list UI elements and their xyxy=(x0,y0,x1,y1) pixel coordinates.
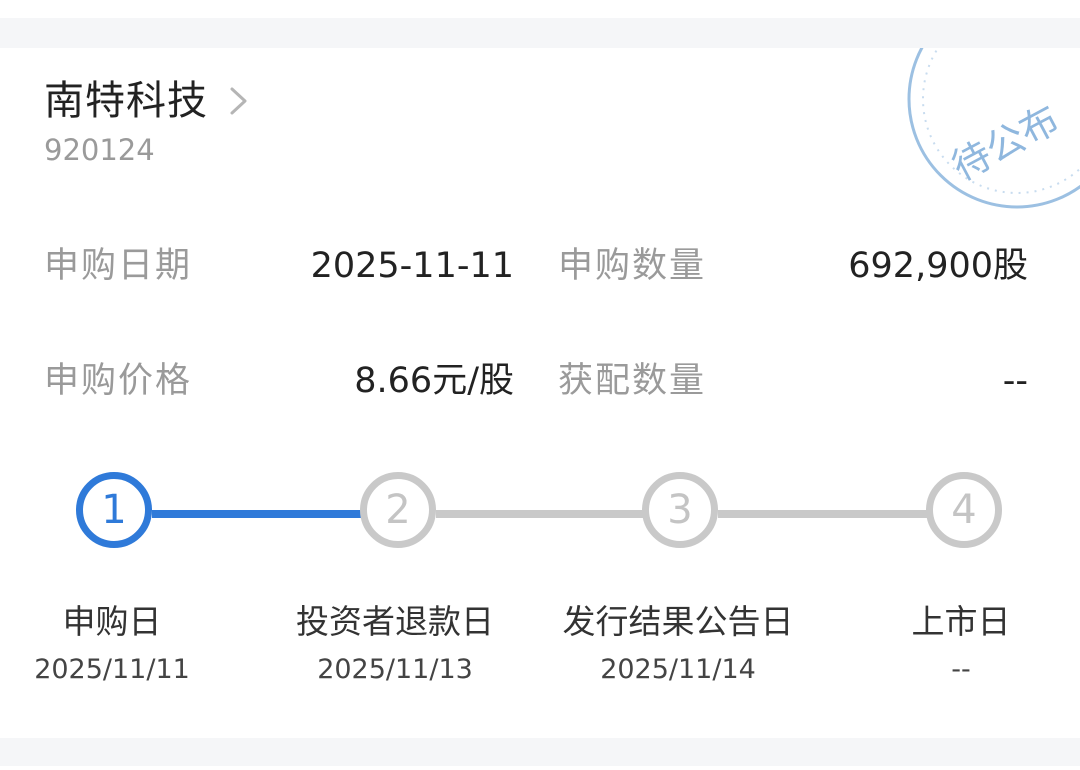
subscribe-quantity-label: 申购数量 xyxy=(558,246,707,286)
step-1-date: 2025/11/11 xyxy=(34,654,190,685)
step-2-label: 投资者退款日 xyxy=(296,602,494,641)
stamp-text: 待公布 xyxy=(945,97,1066,189)
chevron-right-icon xyxy=(230,87,247,115)
stock-header-link[interactable]: 南特科技 xyxy=(44,78,250,124)
step-4-date: -- xyxy=(951,654,971,685)
ipo-card[interactable]: 南特科技 920124 待公布 申购日期 2025-11-11 申购数量 692… xyxy=(0,48,1080,738)
step-4-label: 上市日 xyxy=(911,602,1011,641)
next-card-edge xyxy=(0,766,1080,770)
subscribe-date-value: 2025-11-11 xyxy=(310,246,514,286)
allotted-quantity-label: 获配数量 xyxy=(558,361,707,401)
step-2-date: 2025/11/13 xyxy=(317,654,473,685)
subscribe-date-label: 申购日期 xyxy=(44,246,193,286)
subscribe-price-label: 申购价格 xyxy=(44,361,193,401)
step-4-circle: 4 xyxy=(926,472,1002,548)
subscribe-price-value: 8.66元/股 xyxy=(354,361,514,401)
stock-code: 920124 xyxy=(44,133,155,167)
allotted-quantity-value: -- xyxy=(1002,361,1028,401)
step-1-label: 申购日 xyxy=(62,602,162,641)
step-1-circle: 1 xyxy=(76,472,152,548)
progress-line-2 xyxy=(436,510,646,518)
subscribe-quantity-value: 692,900股 xyxy=(848,246,1028,286)
step-3-circle: 3 xyxy=(642,472,718,548)
step-2-circle: 2 xyxy=(360,472,436,548)
progress-line-3 xyxy=(718,510,928,518)
step-3-label: 发行结果公告日 xyxy=(562,602,794,641)
stock-name: 南特科技 xyxy=(44,78,208,124)
top-divider-strip xyxy=(0,0,1080,18)
step-3-date: 2025/11/14 xyxy=(600,654,756,685)
progress-line-1 xyxy=(152,510,362,518)
pending-announcement-stamp: 待公布 xyxy=(907,48,1080,209)
